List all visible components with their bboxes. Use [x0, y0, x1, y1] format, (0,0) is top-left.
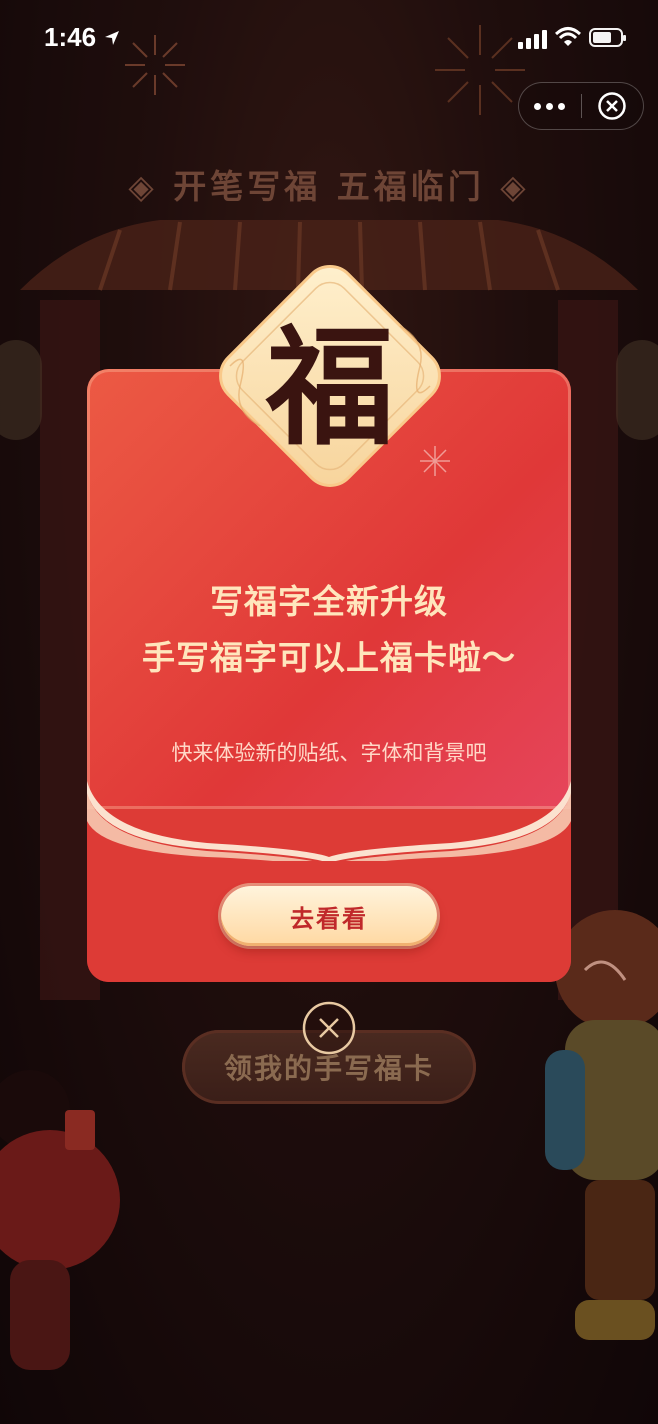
cellular-signal-icon — [518, 30, 547, 49]
fu-character: 福 — [265, 312, 394, 463]
lantern-right — [616, 340, 658, 440]
status-bar: 1:46 — [0, 0, 658, 80]
child-character-left — [0, 1070, 120, 1370]
location-arrow-icon — [105, 31, 119, 45]
close-circle-icon — [598, 92, 626, 120]
miniprogram-capsule — [518, 82, 644, 130]
envelope-fold-decoration — [87, 781, 571, 861]
wifi-icon — [555, 27, 581, 46]
capsule-close-button[interactable] — [581, 83, 643, 129]
more-dots-icon[interactable] — [519, 83, 581, 129]
modal-subtitle: 快来体验新的贴纸、字体和背景吧 — [171, 741, 487, 765]
go-see-button[interactable]: 去看看 — [221, 886, 437, 946]
modal-headline-line2: 手写福字可以上福卡啦～ — [142, 638, 516, 677]
background-banner-title: ◈ 开笔写福 五福临门 ◈ — [128, 167, 530, 206]
lantern-left — [0, 340, 42, 440]
status-time: 1:46 — [44, 22, 97, 52]
modal-close-button[interactable] — [301, 1000, 357, 1056]
modal-headline-line1: 写福字全新升级 — [210, 582, 448, 621]
battery-icon — [589, 28, 626, 47]
